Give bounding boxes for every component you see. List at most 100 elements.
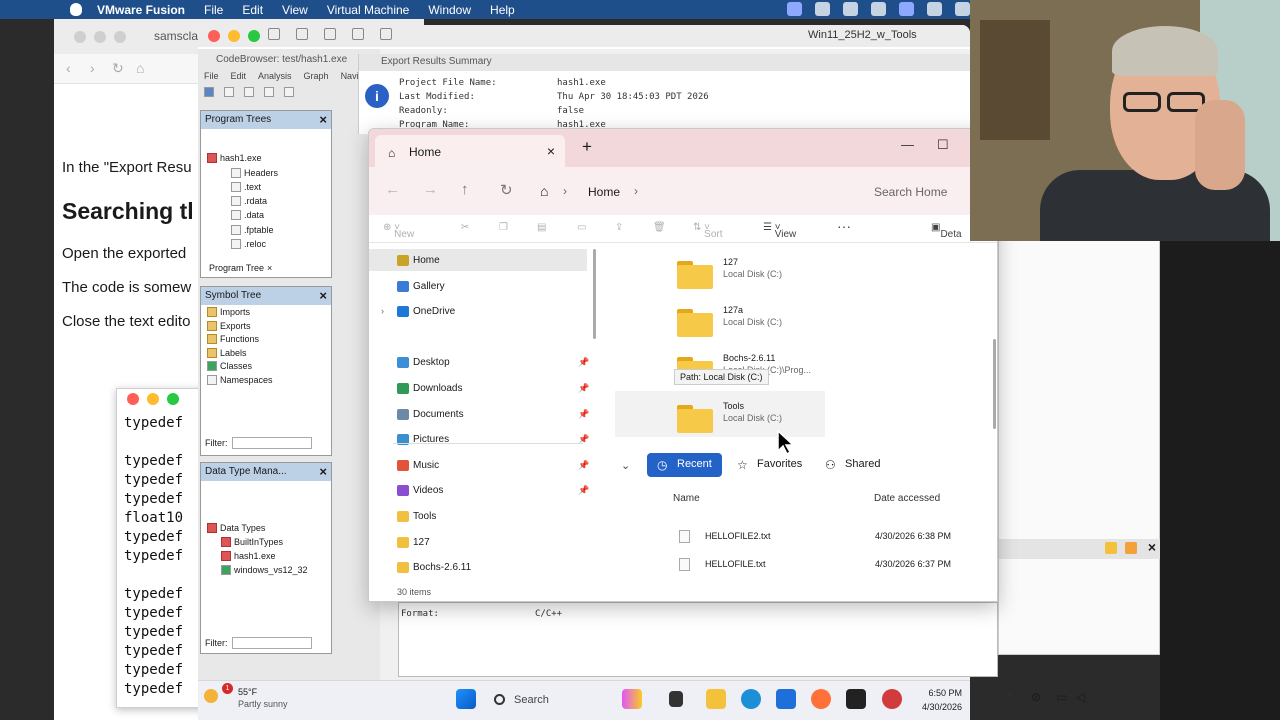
save-icon[interactable]: [204, 87, 214, 97]
menu-file[interactable]: File: [204, 3, 223, 17]
snapshot-icon[interactable]: [296, 28, 308, 40]
close-dot[interactable]: [208, 30, 220, 42]
new-button[interactable]: ⊕ New ˅: [383, 222, 414, 240]
close-dot[interactable]: [127, 393, 139, 405]
symbol-node[interactable]: Classes: [220, 361, 252, 371]
content-scrollbar[interactable]: [993, 339, 996, 429]
shield-icon[interactable]: [871, 2, 886, 16]
terminal-icon[interactable]: [846, 689, 866, 709]
edit-icon[interactable]: [1125, 542, 1137, 554]
tree-section[interactable]: .text: [244, 182, 261, 192]
lock-icon[interactable]: [1105, 542, 1117, 554]
collapse-chevron-icon[interactable]: ⌄: [621, 459, 630, 472]
nav-item-desktop[interactable]: Desktop 📌: [369, 351, 589, 373]
network-icon[interactable]: [352, 28, 364, 40]
nav-item-127[interactable]: 127: [369, 531, 587, 553]
column-name[interactable]: Name: [673, 493, 700, 504]
nav-item-documents[interactable]: Documents 📌: [369, 403, 589, 425]
store-icon[interactable]: [776, 689, 796, 709]
nav-item-music[interactable]: Music 📌: [369, 454, 589, 476]
nav-item-tools[interactable]: Tools: [369, 505, 587, 527]
display-icon[interactable]: [899, 2, 914, 16]
quick-access-folder[interactable]: 127 Local Disk (C:): [677, 257, 877, 301]
menu-virtual-machine[interactable]: Virtual Machine: [327, 3, 410, 17]
back-icon[interactable]: ←: [385, 181, 400, 198]
symbol-node[interactable]: Namespaces: [220, 375, 273, 385]
zoom-dot[interactable]: [248, 30, 260, 42]
ghidra-menu-analysis[interactable]: Analysis: [258, 71, 292, 81]
symbol-node[interactable]: Imports: [220, 307, 250, 317]
program-tree-tab[interactable]: Program Tree: [209, 263, 264, 273]
nav-item-pictures[interactable]: Pictures 📌: [369, 428, 589, 450]
close-tab-icon[interactable]: ×: [547, 143, 555, 159]
minimize-dot[interactable]: [94, 31, 106, 43]
menu-app-name[interactable]: VMware Fusion: [97, 3, 185, 17]
details-button[interactable]: ▣ Deta: [931, 222, 962, 240]
minimize-dot[interactable]: [147, 393, 159, 405]
nav-item-onedrive[interactable]: › OneDrive: [369, 300, 587, 322]
edge-icon[interactable]: [741, 689, 761, 709]
tab-favorites[interactable]: ☆ Favorites: [727, 453, 812, 477]
taskbar-search[interactable]: Search: [488, 689, 608, 713]
display-settings-icon[interactable]: ▭: [1056, 690, 1067, 704]
column-date-accessed[interactable]: Date accessed: [874, 493, 940, 504]
tree-section[interactable]: .fptable: [244, 225, 274, 235]
zoom-dot[interactable]: [167, 393, 179, 405]
maximize-icon[interactable]: ☐: [937, 137, 949, 153]
usb-icon[interactable]: [380, 28, 392, 40]
taskbar-clock[interactable]: 6:50 PM 4/30/2026: [922, 686, 962, 714]
chevron-right-icon[interactable]: ›: [381, 306, 384, 316]
tree-section[interactable]: Headers: [244, 168, 278, 178]
refresh-icon[interactable]: ↻: [500, 181, 513, 199]
address-path[interactable]: ⌂ › Home ›: [528, 177, 844, 205]
pin-icon[interactable]: 📌: [578, 485, 589, 496]
tree-section[interactable]: .rdata: [244, 196, 267, 206]
pin-icon[interactable]: 📌: [578, 357, 589, 368]
minimize-icon[interactable]: —: [901, 137, 914, 152]
delete-icon[interactable]: 🗑: [653, 222, 666, 233]
sort-button[interactable]: ⇅ Sort ˅: [693, 222, 723, 240]
file-row[interactable]: HELLOFILE2.txt 4/30/2026 6:38 PM: [679, 528, 969, 546]
vmware-icon[interactable]: [815, 2, 830, 16]
nav-item-videos[interactable]: Videos 📌: [369, 479, 589, 501]
menu-help[interactable]: Help: [490, 3, 515, 17]
forward-icon[interactable]: →: [423, 181, 438, 198]
firefox-icon[interactable]: [811, 689, 831, 709]
menu-edit[interactable]: Edit: [242, 3, 263, 17]
pin-icon[interactable]: 📌: [578, 409, 589, 420]
symbol-node[interactable]: Labels: [220, 348, 247, 358]
chevron-up-icon[interactable]: ˄: [1006, 691, 1012, 703]
forward-icon[interactable]: [244, 87, 254, 97]
dtm-filter-input[interactable]: [231, 637, 312, 649]
network-off-icon[interactable]: ⊘: [1031, 690, 1041, 704]
close-icon[interactable]: ×: [319, 112, 327, 127]
close-icon[interactable]: ×: [1148, 539, 1156, 555]
view-button[interactable]: ☰ View ˅: [763, 222, 796, 240]
tab-recent[interactable]: ◷ Recent: [647, 453, 722, 477]
nav-icon-2[interactable]: [284, 87, 294, 97]
up-icon[interactable]: ↑: [461, 181, 469, 198]
share-icon[interactable]: ⇪: [615, 222, 623, 233]
minimize-dot[interactable]: [228, 30, 240, 42]
nav-item-bochs-2-6-11[interactable]: Bochs-2.6.11: [369, 556, 587, 578]
bluetooth-icon[interactable]: [927, 2, 942, 16]
close-dot[interactable]: [74, 31, 86, 43]
pin-icon[interactable]: 📌: [578, 383, 589, 394]
new-tab-button[interactable]: +: [582, 137, 592, 157]
apple-icon[interactable]: [70, 3, 82, 16]
tab-shared[interactable]: ⚇ Shared: [815, 453, 890, 477]
weather-icon[interactable]: [204, 689, 218, 703]
task-view-icon[interactable]: [669, 691, 683, 707]
ghidra-menu-graph[interactable]: Graph: [304, 71, 329, 81]
rename-icon[interactable]: ▭: [577, 222, 586, 233]
menu-window[interactable]: Window: [428, 3, 471, 17]
ghidra-menu-file[interactable]: File: [204, 71, 219, 81]
screen-share-icon[interactable]: [787, 2, 802, 16]
settings-icon[interactable]: [324, 28, 336, 40]
back-icon[interactable]: [224, 87, 234, 97]
breadcrumb-home[interactable]: Home: [588, 185, 620, 199]
control-center-icon[interactable]: [955, 2, 970, 16]
nav-item-home[interactable]: Home: [369, 249, 587, 271]
paste-icon[interactable]: ▤: [537, 222, 546, 233]
nav-item-gallery[interactable]: Gallery: [369, 275, 587, 297]
